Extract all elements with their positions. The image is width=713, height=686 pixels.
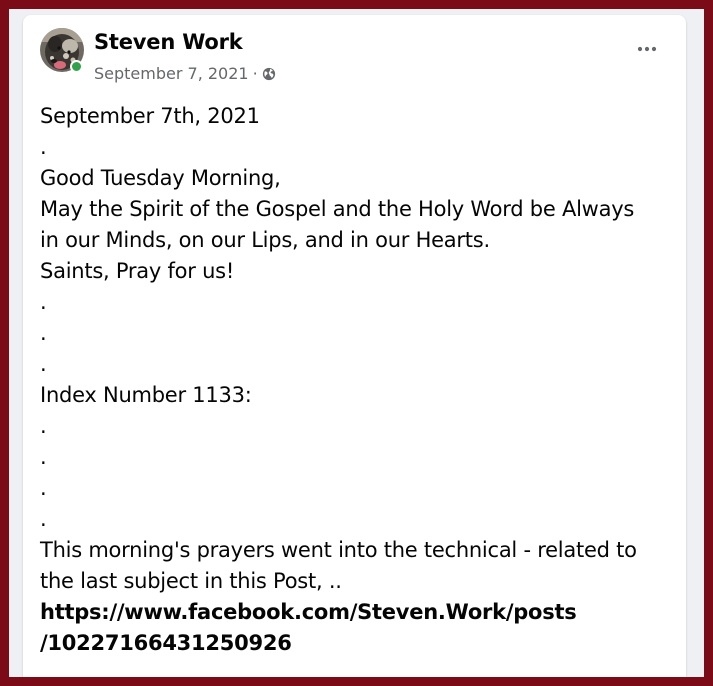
post-text-line: This morning's prayers went into the tec… — [40, 538, 637, 562]
page-frame: Steven Work September 7, 2021 · Septembe… — [9, 9, 704, 677]
globe-icon[interactable] — [262, 67, 276, 81]
post-text-line: . — [40, 445, 47, 469]
more-options-icon[interactable] — [634, 41, 660, 57]
post-text-line: . — [40, 290, 47, 314]
post-date[interactable]: September 7, 2021 — [94, 64, 249, 83]
author-name[interactable]: Steven Work — [94, 30, 243, 54]
post-link-part: https://www.facebook.com/Steven.Work/pos… — [40, 600, 577, 624]
post-text-line: May the Spirit of the Gospel and the Hol… — [40, 197, 635, 221]
online-status-indicator — [70, 60, 83, 73]
post-link-part: /10227166431250926 — [40, 631, 292, 655]
post-link[interactable]: /10227166431250926 — [40, 628, 670, 659]
meta-separator: · — [252, 64, 258, 83]
post-text-line: . — [40, 321, 47, 345]
post-text-line: . — [40, 507, 47, 531]
post-text-line: Saints, Pray for us! — [40, 259, 234, 283]
post-text-line: . — [40, 476, 47, 500]
post-text-line: September 7th, 2021 — [40, 104, 260, 128]
post-text-line: Index Number 1133: — [40, 383, 252, 407]
post-text-line: the last subject in this Post, .. — [40, 569, 342, 593]
post-text-line: . — [40, 135, 47, 159]
post-card: Steven Work September 7, 2021 · Septembe… — [23, 15, 686, 677]
post-link[interactable]: https://www.facebook.com/Steven.Work/pos… — [40, 597, 670, 628]
post-text-line: . — [40, 414, 47, 438]
post-text-line: Good Tuesday Morning, — [40, 166, 281, 190]
post-text-line: in our Minds, on our Lips, and in our He… — [40, 228, 490, 252]
post-meta: September 7, 2021 · — [94, 64, 276, 83]
post-text-line: . — [40, 352, 47, 376]
post-body: September 7th, 2021 . Good Tuesday Morni… — [40, 101, 670, 659]
